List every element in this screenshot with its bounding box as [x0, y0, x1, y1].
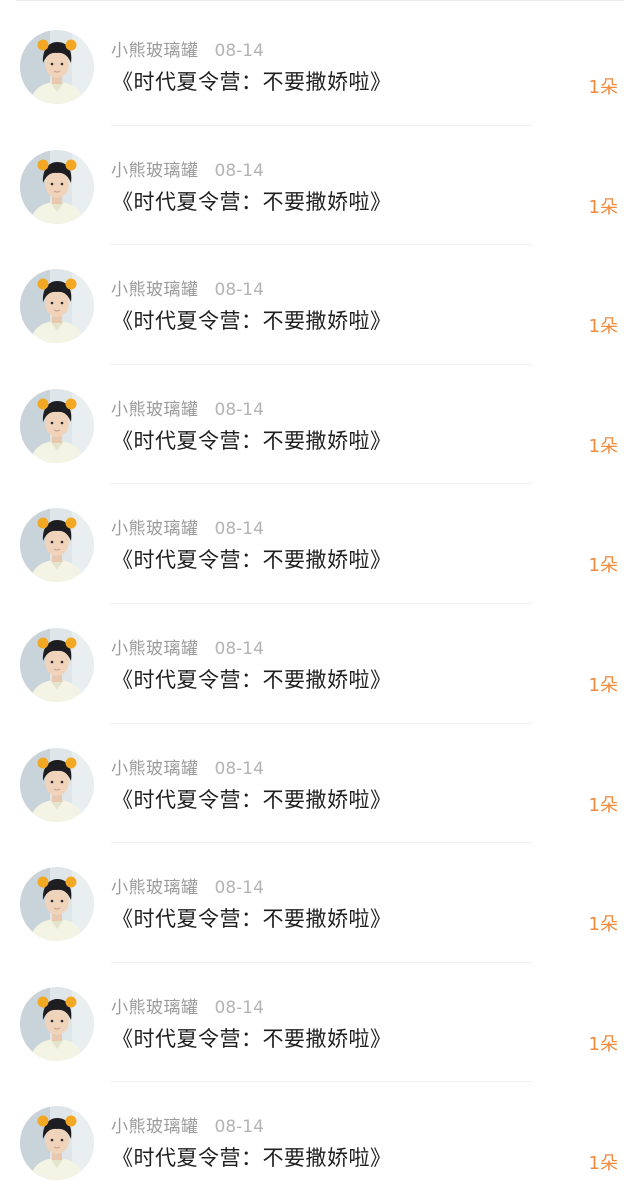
date: 08-14	[214, 399, 264, 420]
work-title[interactable]: 《时代夏令营：不要撒娇啦》	[112, 784, 392, 814]
item-meta: 小熊玻璃罐 08-14	[111, 634, 264, 659]
work-title[interactable]: 《时代夏令营：不要撒娇啦》	[112, 544, 392, 574]
list-item[interactable]: 小熊玻璃罐 08-14 《时代夏令营：不要撒娇啦》 1朵	[0, 365, 640, 485]
work-title[interactable]: 《时代夏令营：不要撒娇啦》	[112, 664, 392, 694]
gift-count: 1朵	[588, 555, 618, 577]
gift-count: 1朵	[588, 914, 618, 936]
gift-record-list: 小熊玻璃罐 08-14 《时代夏令营：不要撒娇啦》 1朵 小熊玻璃罐 08-14 《…	[0, 6, 640, 1202]
username[interactable]: 小熊玻璃罐	[111, 639, 199, 659]
work-title[interactable]: 《时代夏令营：不要撒娇啦》	[112, 305, 392, 335]
item-meta: 小熊玻璃罐 08-14	[111, 873, 264, 899]
user-avatar[interactable]	[20, 149, 94, 224]
username[interactable]: 小熊玻璃罐	[111, 759, 199, 779]
user-avatar[interactable]	[20, 867, 94, 942]
list-item[interactable]: 小熊玻璃罐 08-14 《时代夏令营：不要撒娇啦》 1朵	[0, 1082, 640, 1202]
user-avatar-photo-icon	[20, 1106, 94, 1181]
gift-count: 1朵	[588, 77, 618, 98]
username[interactable]: 小熊玻璃罐	[111, 400, 199, 420]
username[interactable]: 小熊玻璃罐	[111, 878, 199, 898]
item-meta: 小熊玻璃罐 08-14	[111, 395, 264, 420]
work-title[interactable]: 《时代夏令营：不要撒娇啦》	[112, 903, 392, 933]
item-meta: 小熊玻璃罐 08-14	[111, 754, 264, 779]
list-item[interactable]: 小熊玻璃罐 08-14 《时代夏令营：不要撒娇啦》 1朵	[0, 843, 640, 963]
item-meta: 小熊玻璃罐 08-14	[111, 156, 264, 181]
date: 08-14	[214, 1117, 264, 1138]
top-divider	[16, 0, 624, 1]
user-avatar[interactable]	[20, 986, 94, 1061]
list-item[interactable]: 小熊玻璃罐 08-14 《时代夏令营：不要撒娇啦》 1朵	[0, 604, 640, 724]
date: 08-14	[214, 997, 264, 1018]
username[interactable]: 小熊玻璃罐	[111, 280, 199, 300]
username[interactable]: 小熊玻璃罐	[111, 519, 199, 539]
gift-count: 1朵	[588, 196, 618, 218]
user-avatar-photo-icon	[20, 627, 94, 702]
date: 08-14	[214, 41, 264, 61]
gift-count: 1朵	[588, 316, 618, 338]
user-avatar[interactable]	[20, 269, 94, 344]
date: 08-14	[214, 878, 264, 899]
user-avatar-photo-icon	[20, 149, 94, 224]
user-avatar-photo-icon	[20, 986, 94, 1061]
date: 08-14	[214, 280, 264, 301]
gift-count: 1朵	[588, 435, 618, 457]
date: 08-14	[214, 519, 264, 540]
work-title[interactable]: 《时代夏令营：不要撒娇啦》	[112, 1023, 392, 1053]
work-title[interactable]: 《时代夏令营：不要撒娇啦》	[112, 186, 392, 216]
user-avatar-photo-icon	[20, 747, 94, 822]
username[interactable]: 小熊玻璃罐	[111, 161, 199, 181]
user-avatar[interactable]	[20, 388, 94, 463]
gift-count: 1朵	[588, 1153, 618, 1175]
user-avatar[interactable]	[20, 30, 94, 104]
username[interactable]: 小熊玻璃罐	[111, 41, 199, 61]
gift-count: 1朵	[588, 794, 618, 816]
user-avatar[interactable]	[20, 747, 94, 822]
gift-count: 1朵	[588, 674, 618, 696]
user-avatar[interactable]	[20, 1106, 94, 1181]
date: 08-14	[214, 638, 264, 659]
user-avatar-photo-icon	[20, 30, 94, 104]
work-title[interactable]: 《时代夏令营：不要撒娇啦》	[112, 66, 392, 96]
item-meta: 小熊玻璃罐 08-14	[111, 36, 264, 61]
work-title[interactable]: 《时代夏令营：不要撒娇啦》	[112, 1142, 392, 1172]
user-avatar-photo-icon	[20, 867, 94, 942]
item-meta: 小熊玻璃罐 08-14	[111, 275, 264, 301]
list-item[interactable]: 小熊玻璃罐 08-14 《时代夏令营：不要撒娇啦》 1朵	[0, 963, 640, 1083]
date: 08-14	[214, 160, 264, 181]
user-avatar-photo-icon	[20, 388, 94, 463]
work-title[interactable]: 《时代夏令营：不要撒娇啦》	[112, 425, 392, 455]
user-avatar-photo-icon	[20, 508, 94, 583]
username[interactable]: 小熊玻璃罐	[111, 1117, 199, 1137]
list-item[interactable]: 小熊玻璃罐 08-14 《时代夏令营：不要撒娇啦》 1朵	[0, 724, 640, 844]
list-item[interactable]: 小熊玻璃罐 08-14 《时代夏令营：不要撒娇啦》 1朵	[0, 245, 640, 365]
user-avatar-photo-icon	[20, 269, 94, 344]
user-avatar[interactable]	[20, 627, 94, 702]
list-item[interactable]: 小熊玻璃罐 08-14 《时代夏令营：不要撒娇啦》 1朵	[0, 6, 640, 126]
date: 08-14	[214, 758, 264, 779]
item-meta: 小熊玻璃罐 08-14	[111, 1112, 264, 1138]
list-item[interactable]: 小熊玻璃罐 08-14 《时代夏令营：不要撒娇啦》 1朵	[0, 126, 640, 246]
item-meta: 小熊玻璃罐 08-14	[111, 514, 264, 540]
list-item[interactable]: 小熊玻璃罐 08-14 《时代夏令营：不要撒娇啦》 1朵	[0, 484, 640, 604]
item-meta: 小熊玻璃罐 08-14	[111, 993, 264, 1018]
user-avatar[interactable]	[20, 508, 94, 583]
gift-count: 1朵	[588, 1033, 618, 1055]
username[interactable]: 小熊玻璃罐	[111, 998, 199, 1018]
